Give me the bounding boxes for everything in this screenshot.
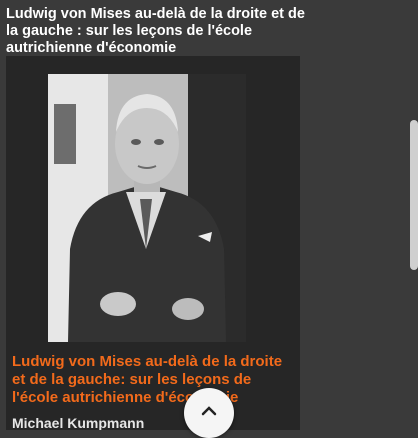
scroll-to-top-button[interactable]: [184, 388, 234, 438]
article-author: Michael Kumpmann: [12, 415, 145, 430]
article-card[interactable]: Ludwig von Mises au-delà de la droite et…: [6, 56, 300, 430]
scrollbar[interactable]: [410, 120, 418, 270]
page-title: Ludwig von Mises au-delà de la droite et…: [6, 6, 305, 56]
article-image[interactable]: [48, 74, 246, 342]
chevron-up-icon: [198, 400, 220, 427]
article-title[interactable]: Ludwig von Mises au-delà de la droite et…: [12, 353, 296, 407]
